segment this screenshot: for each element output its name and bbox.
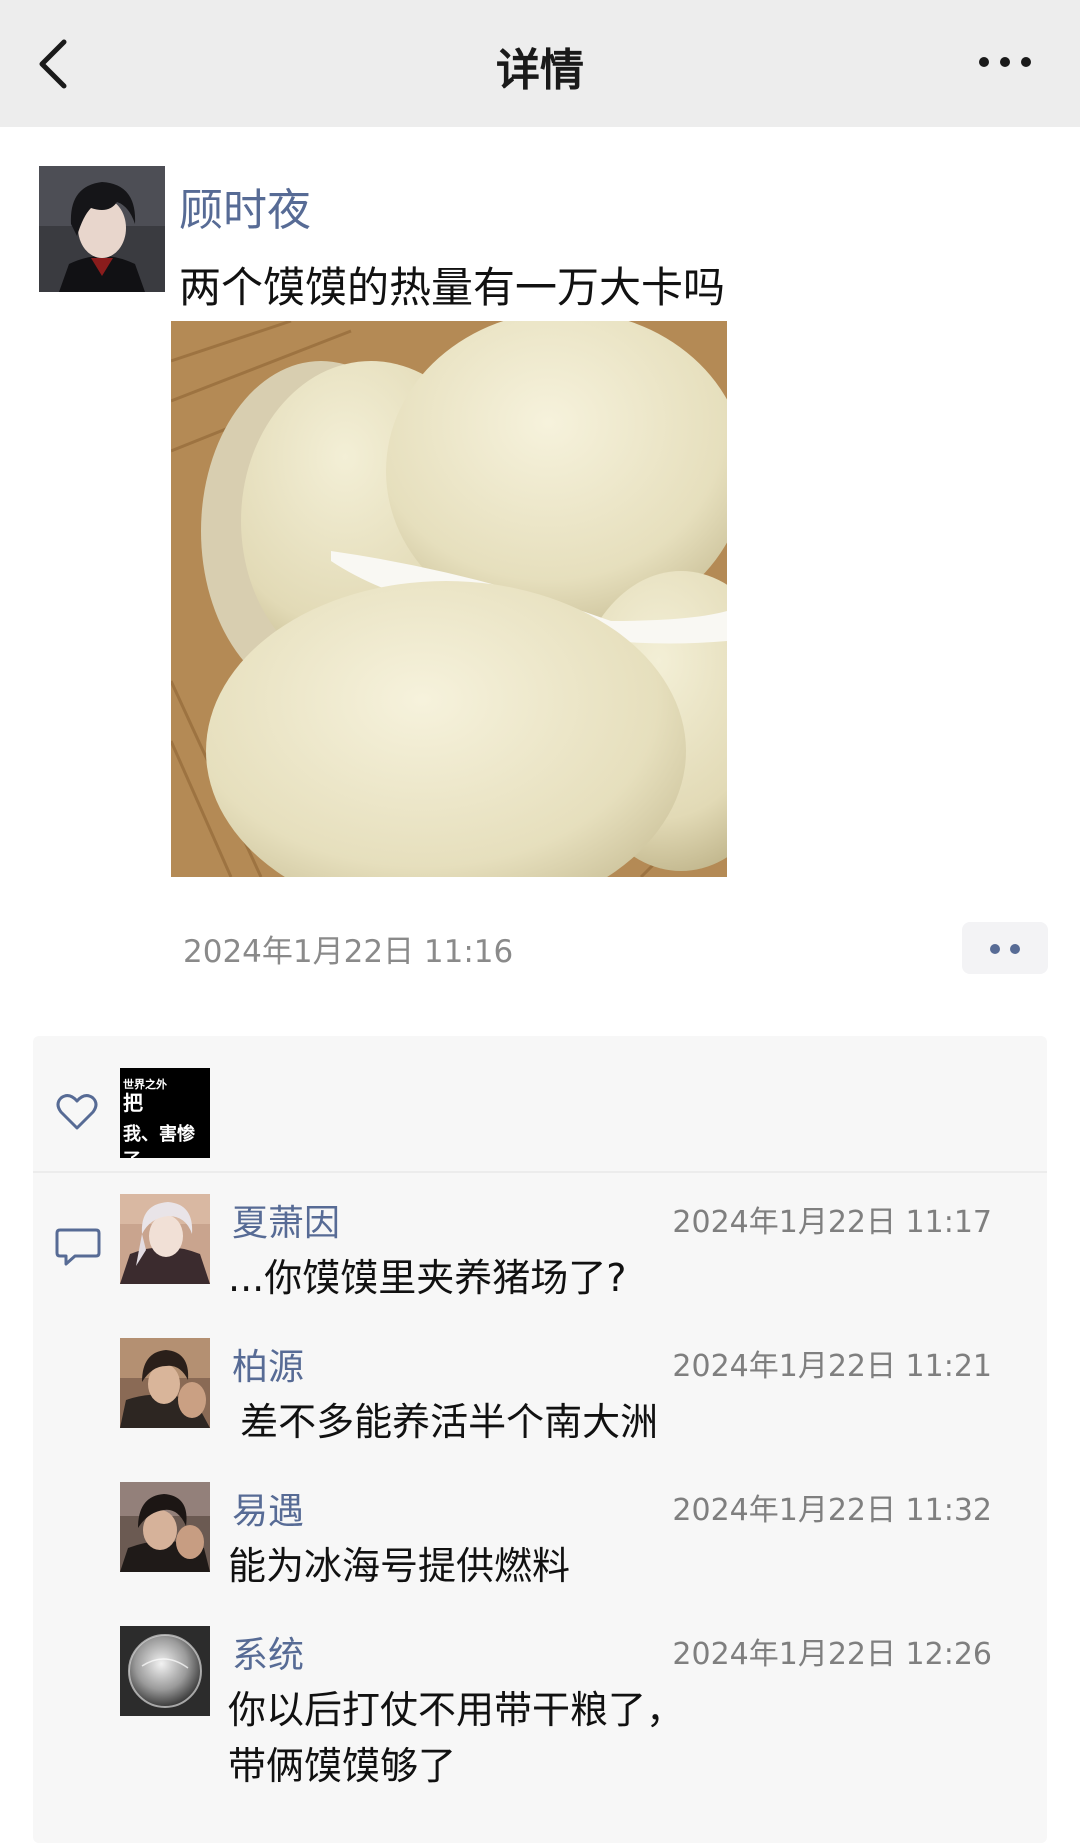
commenter-name[interactable]: 夏萧因 [232,1194,340,1246]
commenter-avatar[interactable] [120,1626,210,1716]
commenter-avatar[interactable] [120,1482,210,1572]
comment-icon [55,1228,101,1266]
steamed-buns-photo[interactable] [171,321,727,877]
post-author-name[interactable]: 顾时夜 [179,174,311,238]
dot-icon [1010,944,1020,954]
page-title: 详情 [496,45,584,96]
post-actions-button[interactable] [962,922,1048,974]
comment-text[interactable]: 你以后打仗不用带干粮了， 带俩馍馍够了 [228,1682,948,1794]
commenter-name[interactable]: 系统 [232,1626,304,1678]
nav-bar: 详情 [0,0,1080,127]
liker-avatar-text: 世界之外 [123,1078,167,1091]
ellipsis-icon [979,57,1031,67]
comment-text[interactable]: 差不多能养活半个南大洲 [228,1394,948,1450]
author-avatar[interactable] [39,166,165,292]
more-button[interactable] [970,42,1040,82]
liker-avatar-text: 把 [123,1091,143,1115]
commenter-name[interactable]: 柏源 [232,1338,304,1390]
liker-avatar-text: 我、害惨了 [123,1124,195,1158]
commenter-avatar[interactable] [120,1338,210,1428]
comment-text[interactable]: 能为冰海号提供燃料 [228,1538,948,1594]
liker-avatar[interactable]: 世界之外 把 我、害惨了 [120,1068,210,1158]
commenter-name[interactable]: 易遇 [232,1482,304,1534]
post-text: 两个馍馍的热量有一万大卡吗 [179,263,726,312]
interaction-panel: 世界之外 把 我、害惨了 夏萧因 2024年1月22日 11:17 ...你馍馍… [33,1036,1047,1843]
likes-row: 世界之外 把 我、害惨了 [33,1036,1047,1173]
commenter-avatar[interactable] [120,1194,210,1284]
post-timestamp: 2024年1月22日 11:16 [183,934,514,970]
dot-icon [990,944,1000,954]
comment-text[interactable]: ...你馍馍里夹养猪场了? [228,1250,948,1306]
heart-icon [56,1094,98,1130]
